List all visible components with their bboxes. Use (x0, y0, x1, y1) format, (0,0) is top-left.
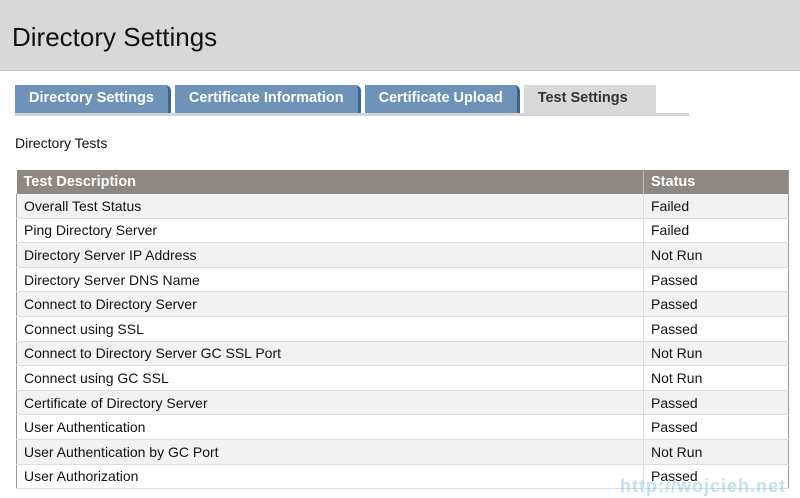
table-row: Ping Directory Server Failed (16, 218, 789, 244)
table-row: Certificate of Directory Server Passed (16, 390, 789, 416)
test-status: Passed (643, 390, 789, 416)
tab-certificate-upload[interactable]: Certificate Upload (364, 85, 520, 113)
test-status: Not Run (643, 439, 789, 465)
column-header-status: Status (643, 170, 789, 194)
table-row: Connect using SSL Passed (16, 316, 789, 342)
tab-divider (15, 113, 689, 116)
test-description: User Authorization (16, 464, 644, 490)
table-row: User Authentication Passed (16, 414, 789, 440)
test-status: Passed (643, 414, 789, 440)
test-description: User Authentication by GC Port (16, 439, 644, 465)
test-status: Not Run (643, 341, 789, 367)
tab-test-settings[interactable]: Test Settings (523, 85, 656, 113)
test-status: Passed (643, 291, 789, 317)
test-description: User Authentication (16, 414, 644, 440)
tab-certificate-information[interactable]: Certificate Information (174, 85, 361, 113)
table-row: Directory Server DNS Name Passed (16, 267, 789, 293)
test-status: Failed (643, 194, 789, 219)
test-description: Connect to Directory Server (16, 291, 644, 317)
test-description: Connect using SSL (16, 316, 644, 342)
page-title: Directory Settings (12, 22, 218, 52)
page-header: Directory Settings (0, 0, 800, 71)
test-description: Connect to Directory Server GC SSL Port (16, 341, 644, 367)
column-header-description: Test Description (16, 170, 644, 194)
tab-bar: Directory Settings Certificate Informati… (15, 85, 656, 113)
test-description: Overall Test Status (16, 194, 644, 219)
table-row: Connect using GC SSL Not Run (16, 365, 789, 391)
table-row: Directory Server IP Address Not Run (16, 242, 789, 268)
test-description: Directory Server IP Address (16, 242, 644, 268)
table-row: Overall Test Status Failed (16, 194, 789, 219)
test-status: Failed (643, 218, 789, 244)
test-status: Passed (643, 267, 789, 293)
watermark: http://wojcieh.net (620, 476, 786, 496)
test-description: Directory Server DNS Name (16, 267, 644, 293)
table-row: User Authentication by GC Port Not Run (16, 439, 789, 465)
test-status: Not Run (643, 242, 789, 268)
table-row: Connect to Directory Server GC SSL Port N… (16, 341, 789, 367)
test-results-table: Test Description Status Overall Test Sta… (16, 170, 789, 490)
test-description: Certificate of Directory Server (16, 390, 644, 416)
table-row: Connect to Directory Server Passed (16, 291, 789, 317)
test-status: Not Run (643, 365, 789, 391)
test-description: Connect using GC SSL (16, 365, 644, 391)
test-status: Passed (643, 316, 789, 342)
test-description: Ping Directory Server (16, 218, 644, 244)
tab-directory-settings[interactable]: Directory Settings (15, 85, 171, 113)
section-title: Directory Tests (15, 135, 108, 151)
